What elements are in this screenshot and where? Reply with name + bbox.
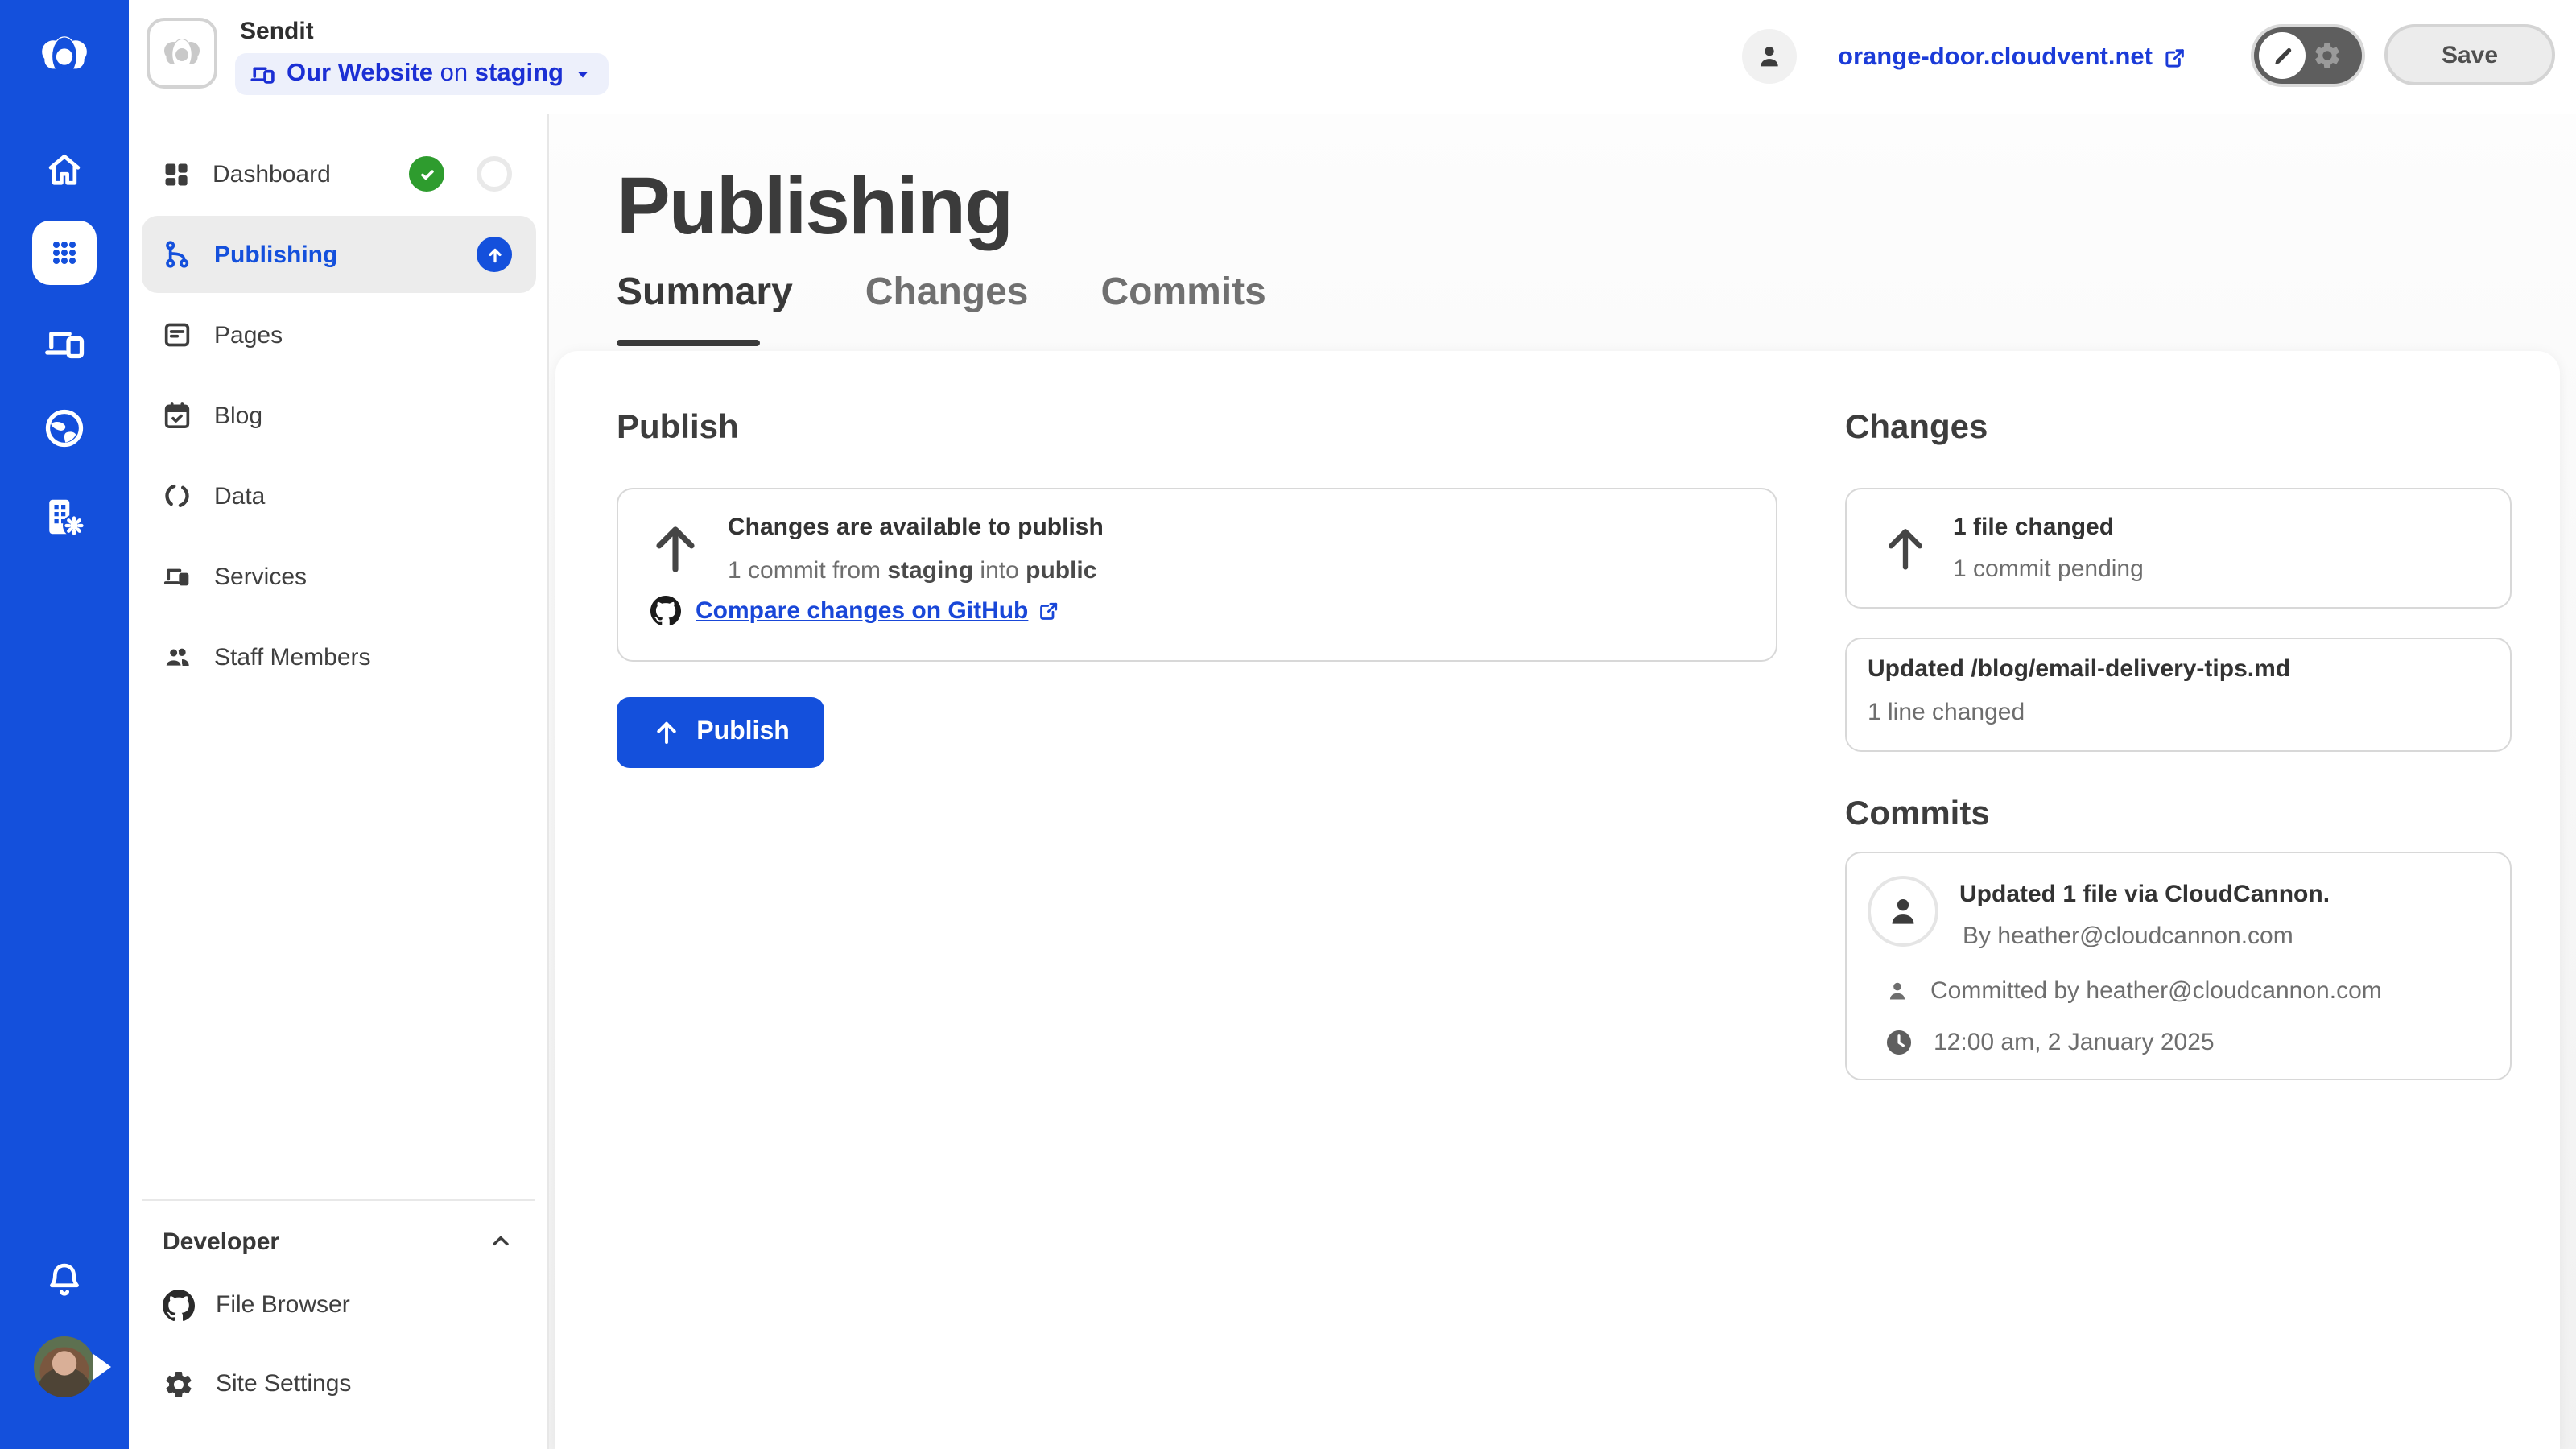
nav-item-services[interactable]: Services [142, 538, 536, 615]
gear-icon [163, 1368, 195, 1400]
apps-grid-icon[interactable] [32, 221, 97, 285]
external-link-icon [1036, 599, 1060, 623]
arrow-up-icon [1879, 522, 1932, 575]
commit-time-row: 12:00 am, 2 January 2025 [1884, 1027, 2215, 1058]
app-rail [0, 0, 129, 1449]
publish-button[interactable]: Publish [617, 697, 824, 768]
site-branch-selector[interactable]: Our Website on staging [235, 53, 609, 95]
gear-icon [2312, 40, 2343, 71]
commit-card: Updated 1 file via CloudCannon. By heath… [1845, 852, 2512, 1080]
organization-settings-icon[interactable] [40, 493, 89, 541]
site-navigation: Dashboard Publishing Pages [129, 114, 549, 1449]
developer-section: Developer File Browser Site Settings [142, 1199, 535, 1423]
publish-status-subtitle: 1 commit from staging into public [728, 557, 1096, 584]
changed-file-subtitle: 1 line changed [1868, 699, 2025, 726]
git-branch-icon [161, 238, 193, 270]
committer-avatar [1868, 876, 1938, 947]
pencil-icon [2269, 43, 2295, 68]
nav-item-blog[interactable]: Blog [142, 377, 536, 454]
nav-item-site-settings[interactable]: Site Settings [148, 1344, 528, 1423]
developer-section-header[interactable]: Developer [148, 1217, 528, 1265]
dashboard-icon [161, 159, 192, 189]
save-button[interactable]: Save [2384, 24, 2555, 85]
commit-committer-row: Committed by heather@cloudcannon.com [1884, 977, 2382, 1005]
nav-label: Pages [214, 321, 283, 349]
tab-commits[interactable]: Commits [1101, 270, 1266, 316]
chevron-up-icon [488, 1228, 514, 1254]
tab-summary[interactable]: Summary [617, 270, 793, 316]
publish-status-title: Changes are available to publish [728, 514, 1104, 541]
nav-item-staff-members[interactable]: Staff Members [142, 618, 536, 696]
pages-icon [161, 319, 193, 351]
summary-panel: Publish Changes are available to publish… [555, 351, 2560, 1449]
arrow-up-icon [651, 718, 680, 747]
services-devices-icon [161, 560, 193, 592]
tab-bar: Summary Changes Commits [617, 270, 1266, 316]
nav-label: Data [214, 482, 265, 510]
nav-item-pages[interactable]: Pages [142, 296, 536, 374]
changes-section-heading: Changes [1845, 409, 1988, 448]
person-icon [1753, 40, 1785, 72]
clock-icon [1884, 1027, 1914, 1058]
person-icon [1882, 890, 1924, 932]
devices-icon[interactable] [40, 319, 89, 367]
nav-label: Services [214, 563, 307, 590]
changes-summary-subtitle: 1 commit pending [1953, 555, 2144, 583]
breadcrumb-on: on [433, 60, 475, 87]
top-header: Sendit Our Website on staging orange-doo… [129, 0, 2576, 114]
user-avatar-photo[interactable] [34, 1336, 95, 1397]
arrow-up-icon [646, 518, 705, 578]
publish-status-card: Changes are available to publish 1 commi… [617, 488, 1777, 662]
site-name: Sendit [240, 18, 314, 45]
page-title: Publishing [617, 159, 1012, 253]
cloudcannon-app: Sendit Our Website on staging orange-doo… [0, 0, 2576, 1449]
commit-message: Updated 1 file via CloudCannon. [1959, 881, 2330, 908]
changed-file-title: Updated /blog/email-delivery-tips.md [1868, 655, 2290, 683]
expand-arrow-icon[interactable] [93, 1354, 111, 1380]
publish-section-heading: Publish [617, 409, 739, 448]
devices-icon [248, 60, 277, 89]
publish-pending-badge [477, 237, 512, 272]
nav-label: Blog [214, 402, 262, 429]
people-icon [161, 641, 193, 673]
data-icon [161, 480, 193, 512]
nav-label: Publishing [214, 241, 337, 268]
breadcrumb-branch: staging [475, 60, 564, 87]
nav-item-publishing[interactable]: Publishing [142, 216, 536, 293]
changed-file-card[interactable]: Updated /blog/email-delivery-tips.md 1 l… [1845, 638, 2512, 752]
github-icon [163, 1289, 195, 1321]
preview-url-link[interactable]: orange-door.cloudvent.net [1838, 0, 2188, 114]
build-success-icon [409, 156, 444, 192]
breadcrumb-site: Our Website [287, 60, 433, 87]
github-icon [650, 596, 681, 626]
compare-changes-link[interactable]: Compare changes on GitHub [650, 596, 1060, 626]
notifications-bell-icon[interactable] [42, 1257, 87, 1302]
home-icon[interactable] [43, 148, 86, 192]
tab-changes[interactable]: Changes [865, 270, 1029, 316]
changes-summary-title: 1 file changed [1953, 514, 2114, 541]
nav-label: Site Settings [216, 1370, 351, 1397]
changes-summary-card: 1 file changed 1 commit pending [1845, 488, 2512, 609]
toggle-knob [2259, 32, 2306, 79]
cloudcannon-logo-icon[interactable] [34, 24, 95, 85]
nav-label: File Browser [216, 1291, 350, 1319]
commits-section-heading: Commits [1845, 795, 1990, 834]
external-link-icon [2162, 44, 2188, 70]
globe-icon[interactable] [40, 404, 89, 452]
nav-item-file-browser[interactable]: File Browser [148, 1265, 528, 1344]
caret-down-icon [573, 64, 592, 84]
nav-item-dashboard[interactable]: Dashboard [142, 135, 536, 213]
commit-author: By heather@cloudcannon.com [1963, 923, 2293, 950]
status-ring-icon [477, 156, 512, 192]
nav-label: Staff Members [214, 643, 371, 671]
person-icon [1884, 977, 1911, 1005]
active-tab-underline [617, 340, 760, 346]
site-logo [147, 18, 217, 89]
main-content: Publishing Summary Changes Commits Publi… [549, 114, 2576, 1449]
edit-settings-toggle[interactable] [2254, 27, 2362, 84]
calendar-check-icon [161, 399, 193, 431]
account-avatar[interactable] [1742, 29, 1797, 84]
nav-label: Dashboard [213, 160, 331, 188]
nav-item-data[interactable]: Data [142, 457, 536, 535]
